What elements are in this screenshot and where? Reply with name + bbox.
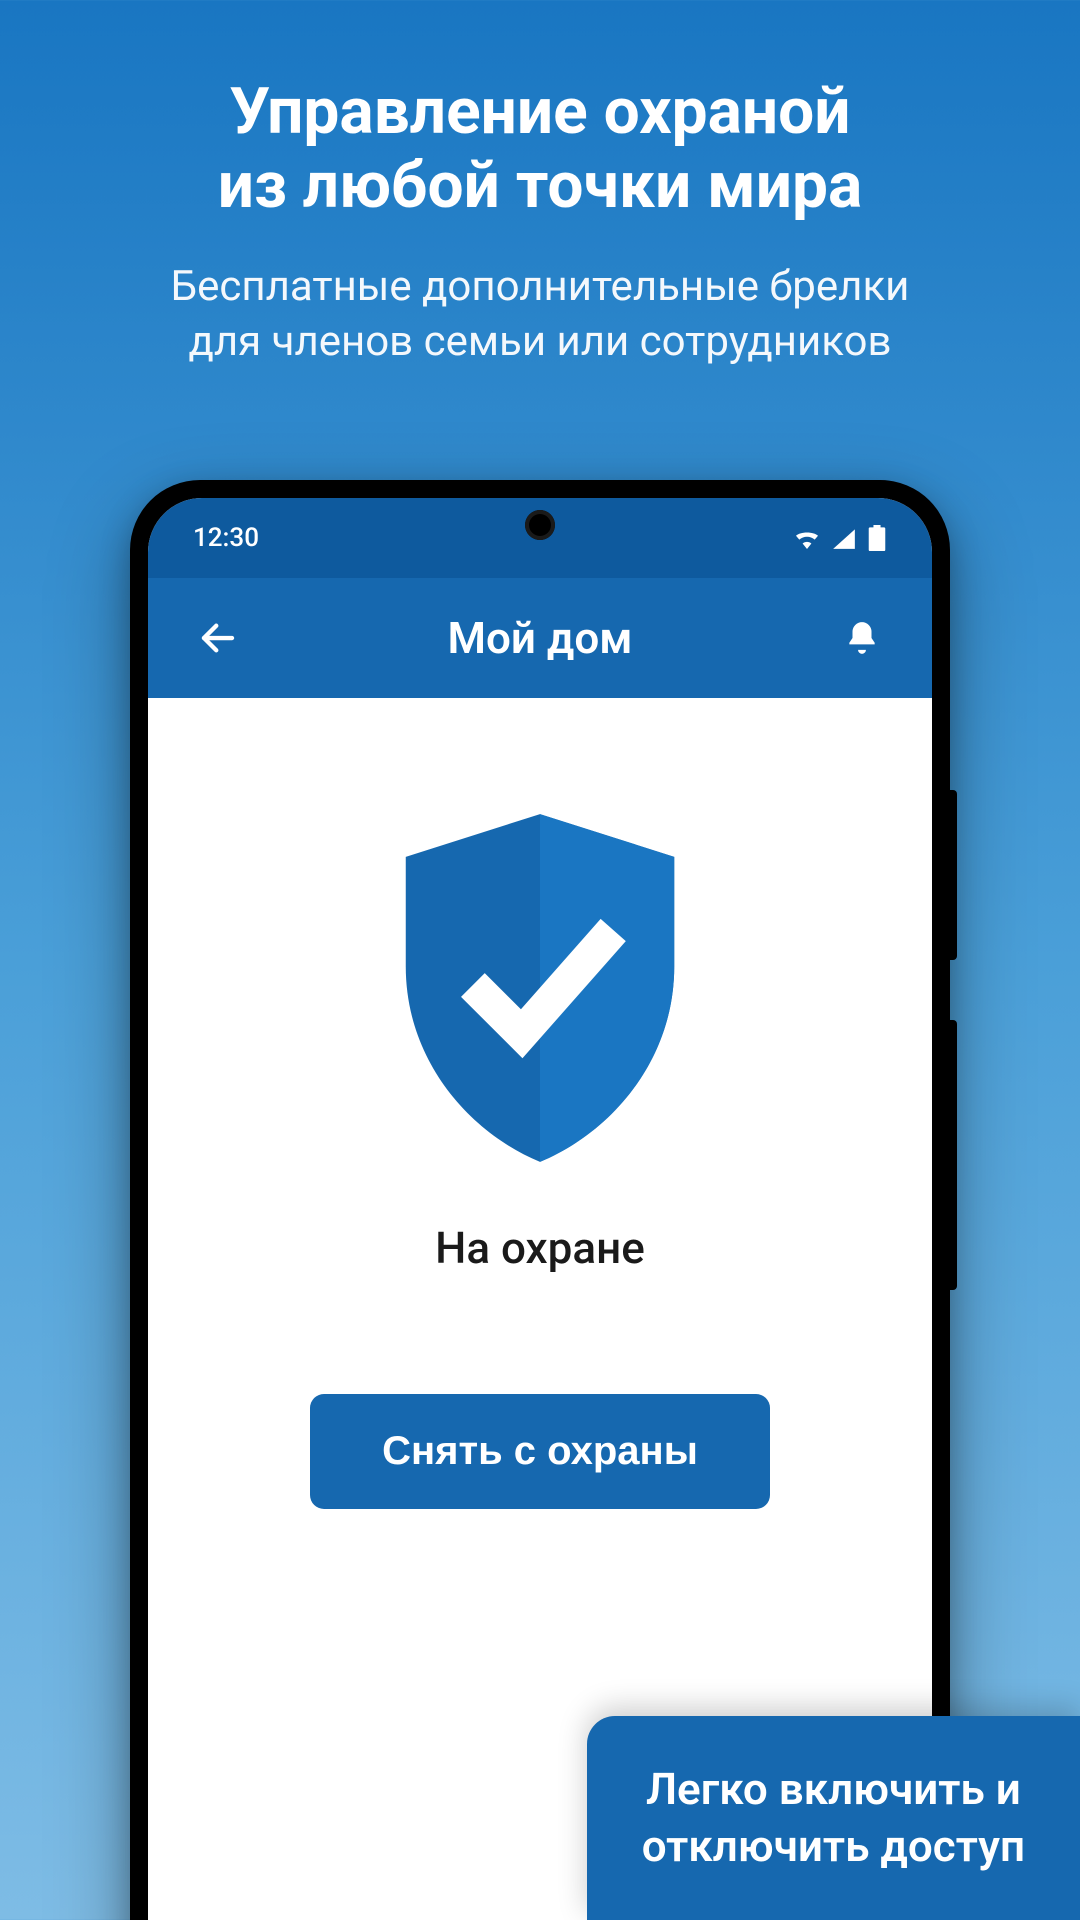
signal-icon (831, 527, 857, 549)
app-header: Мой дом (148, 578, 932, 698)
app-title: Мой дом (448, 612, 633, 664)
phone-camera-icon (525, 510, 555, 540)
shield-check-icon (385, 808, 695, 1168)
app-body: На охране Снять с охраны (148, 698, 932, 1569)
phone-mockup: 12:30 Мой дом (130, 480, 950, 1920)
hero-title-line2: из любой точки мира (218, 148, 863, 223)
hero-subtitle-line2: для членов семьи или сотрудников (189, 317, 892, 366)
hero-title-line1: Управление охраной (230, 74, 851, 149)
hero-title: Управление охраной из любой точки мира (80, 75, 1000, 222)
back-button[interactable] (193, 613, 243, 663)
bell-icon (843, 619, 881, 657)
hero-section: Управление охраной из любой точки мира Б… (0, 0, 1080, 369)
shield-status-icon (385, 808, 695, 1172)
status-icons (793, 525, 887, 551)
wifi-icon (793, 527, 821, 549)
arrow-left-icon (197, 617, 239, 659)
phone-side-button-1 (950, 790, 957, 960)
security-status-label: На охране (435, 1222, 645, 1274)
phone-frame: 12:30 Мой дом (130, 480, 950, 1920)
phone-screen: 12:30 Мой дом (148, 498, 932, 1920)
status-time: 12:30 (193, 523, 259, 553)
notifications-button[interactable] (837, 613, 887, 663)
callout-line1: Легко включить и (646, 1763, 1021, 1815)
hero-subtitle: Бесплатные дополнительные брелки для чле… (80, 260, 1000, 369)
disarm-button[interactable]: Снять с охраны (310, 1394, 770, 1509)
phone-side-button-2 (950, 1020, 957, 1290)
battery-icon (867, 525, 887, 551)
callout-bubble: Легко включить и отключить доступ (587, 1716, 1080, 1920)
callout-line2: отключить доступ (642, 1820, 1025, 1872)
hero-subtitle-line1: Бесплатные дополнительные брелки (171, 262, 910, 311)
